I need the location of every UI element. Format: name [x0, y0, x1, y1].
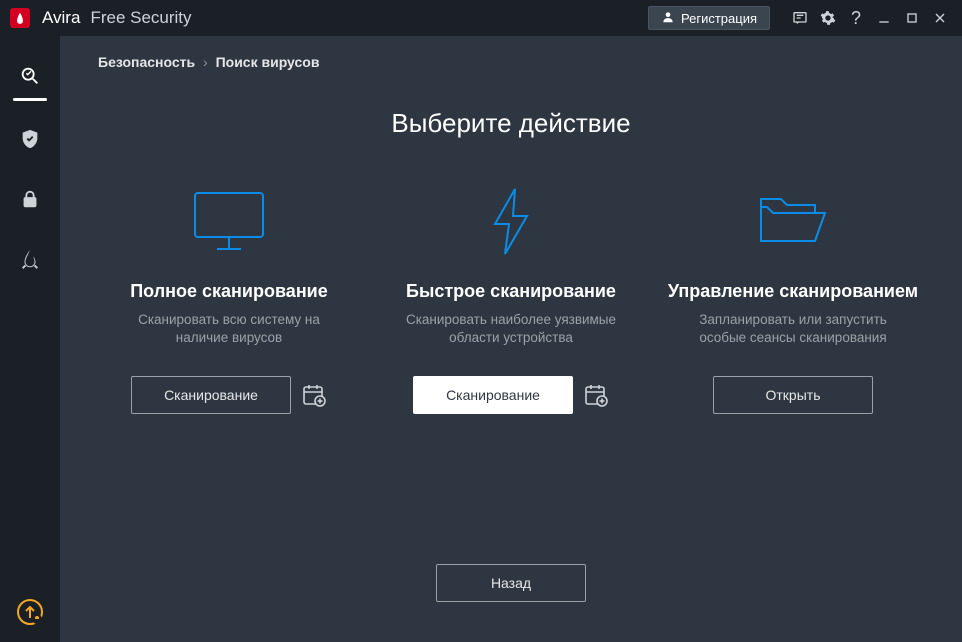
sidebar-upgrade-icon[interactable] [16, 598, 44, 626]
card-manage-title: Управление сканированием [668, 280, 918, 303]
feedback-icon[interactable] [786, 4, 814, 32]
manage-scan-button[interactable]: Открыть [713, 376, 873, 414]
card-quick-title: Быстрое сканирование [406, 280, 616, 303]
card-manage-desc: Запланировать или запустить особые сеанс… [683, 311, 903, 349]
minimize-icon[interactable] [870, 4, 898, 32]
breadcrumb: Безопасность › Поиск вирусов [98, 36, 924, 80]
register-button[interactable]: Регистрация [648, 6, 770, 30]
full-scan-button[interactable]: Сканирование [131, 376, 291, 414]
user-icon [661, 10, 675, 27]
back-button[interactable]: Назад [436, 564, 586, 602]
register-label: Регистрация [681, 11, 757, 26]
schedule-quick-scan-icon[interactable] [583, 382, 609, 408]
sidebar-item-performance[interactable] [10, 239, 50, 279]
breadcrumb-current: Поиск вирусов [216, 54, 320, 70]
sidebar-item-privacy[interactable] [10, 179, 50, 219]
schedule-full-scan-icon[interactable] [301, 382, 327, 408]
avira-logo-icon [10, 8, 30, 28]
breadcrumb-root[interactable]: Безопасность [98, 54, 195, 70]
folder-open-icon [753, 179, 833, 264]
maximize-icon[interactable] [898, 4, 926, 32]
monitor-icon [189, 179, 269, 264]
cards-row: Полное сканирование Сканировать всю сист… [98, 179, 924, 414]
titlebar: Avira Free Security Регистрация ? [0, 0, 962, 36]
card-quick-desc: Сканировать наиболее уязвимые области ус… [401, 311, 621, 349]
quick-scan-button[interactable]: Сканирование [413, 376, 573, 414]
breadcrumb-separator: › [203, 54, 208, 70]
sidebar-item-protection[interactable] [10, 119, 50, 159]
sidebar [0, 36, 60, 642]
brand-name: Avira [42, 8, 80, 28]
content: Безопасность › Поиск вирусов Выберите де… [60, 36, 962, 642]
card-manage-scan: Управление сканированием Запланировать и… [662, 179, 924, 414]
sidebar-active-indicator [13, 98, 47, 101]
card-full-scan: Полное сканирование Сканировать всю сист… [98, 179, 360, 414]
page-title: Выберите действие [98, 108, 924, 139]
close-icon[interactable] [926, 4, 954, 32]
settings-icon[interactable] [814, 4, 842, 32]
card-full-title: Полное сканирование [130, 280, 328, 303]
sidebar-item-scan[interactable] [10, 56, 50, 96]
help-icon[interactable]: ? [842, 4, 870, 32]
brand-logo: Avira Free Security [10, 8, 192, 28]
card-full-desc: Сканировать всю систему на наличие вирус… [119, 311, 339, 349]
card-quick-scan: Быстрое сканирование Сканировать наиболе… [380, 179, 642, 414]
lightning-icon [481, 179, 541, 264]
brand-suffix: Free Security [90, 8, 191, 28]
